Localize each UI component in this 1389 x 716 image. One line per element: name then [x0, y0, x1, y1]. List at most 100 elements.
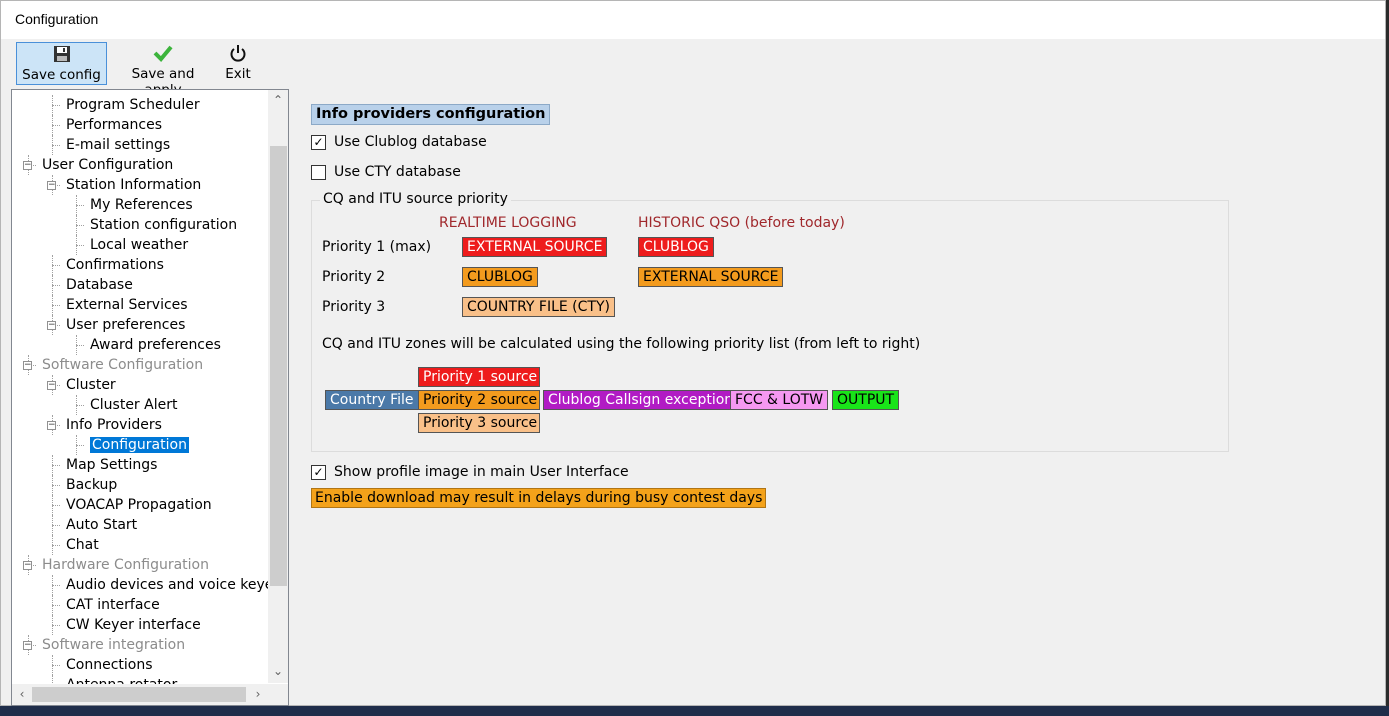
tree-connector	[52, 505, 60, 506]
tree-vertical-scrollbar[interactable]: ⌃ ⌄	[268, 90, 288, 683]
checkbox-box[interactable]	[311, 165, 326, 180]
collapse-toggle-icon[interactable]: −	[47, 321, 56, 330]
tree-item[interactable]: Info Providers	[66, 415, 162, 435]
tree-item[interactable]: External Services	[66, 295, 188, 315]
tree-vertical-scroll-thumb[interactable]	[270, 146, 287, 586]
tree-connector	[52, 615, 53, 635]
collapse-toggle-icon[interactable]: −	[47, 181, 56, 190]
tree-item[interactable]: Program Scheduler	[66, 95, 200, 115]
priority-3-realtime-tag[interactable]: COUNTRY FILE (CTY)	[462, 297, 615, 317]
tree-item[interactable]: User preferences	[66, 315, 185, 335]
flow-priority-1-source: Priority 1 source	[418, 367, 540, 387]
tree-item-label: External Services	[66, 297, 188, 313]
tree-item[interactable]: Performances	[66, 115, 162, 135]
tree-connector	[52, 255, 53, 275]
collapse-toggle-icon[interactable]: −	[23, 641, 32, 650]
flow-priority-2-source: Priority 2 source	[418, 390, 540, 410]
tree-item-label: Info Providers	[66, 417, 162, 433]
save-and-apply-button[interactable]: Save and apply	[111, 42, 215, 98]
priority-1-realtime-tag[interactable]: EXTERNAL SOURCE	[462, 237, 608, 257]
tree-connector	[52, 605, 60, 606]
tree-connector	[52, 285, 60, 286]
tree-connector	[52, 465, 60, 466]
tree-item[interactable]: CAT interface	[66, 595, 160, 615]
tree-item-label: CW Keyer interface	[66, 617, 201, 633]
tree-connector	[52, 525, 60, 526]
tree-connector	[52, 535, 53, 555]
scroll-down-arrow-icon[interactable]: ⌄	[271, 664, 285, 678]
tree-item-label: VOACAP Propagation	[66, 497, 212, 513]
tree-item-label: Connections	[66, 657, 153, 673]
tree-item[interactable]: Hardware Configuration	[42, 555, 209, 575]
tree-item[interactable]: Local weather	[90, 235, 188, 255]
priority-2-historic-tag[interactable]: EXTERNAL SOURCE	[638, 267, 784, 287]
tree-connector	[52, 295, 53, 315]
tree-horizontal-scroll-thumb[interactable]	[32, 687, 246, 702]
checkbox-box[interactable]: ✓	[311, 465, 326, 480]
flow-fcc-lotw: FCC & LOTW	[730, 390, 829, 410]
floppy-disk-icon	[17, 45, 106, 67]
tree-connector	[76, 345, 84, 346]
scroll-left-arrow-icon[interactable]: ‹	[15, 687, 29, 701]
collapse-toggle-icon[interactable]: −	[47, 421, 56, 430]
tree-item[interactable]: My References	[90, 195, 193, 215]
tree-item-label: Auto Start	[66, 517, 138, 533]
exit-button[interactable]: Exit	[221, 42, 255, 85]
tree-connector	[52, 485, 60, 486]
realtime-column-header: REALTIME LOGGING	[439, 215, 577, 231]
tree-item[interactable]: Award preferences	[90, 335, 221, 355]
tree-item[interactable]: E-mail settings	[66, 135, 170, 155]
collapse-toggle-icon[interactable]: −	[23, 161, 32, 170]
scroll-up-arrow-icon[interactable]: ⌃	[271, 93, 285, 107]
green-check-icon	[111, 44, 215, 66]
tree-item[interactable]: User Configuration	[42, 155, 173, 175]
tree-item[interactable]: Connections	[66, 655, 153, 675]
tree-item[interactable]: CW Keyer interface	[66, 615, 201, 635]
tree-connector	[76, 395, 77, 415]
tree-connector	[52, 275, 53, 295]
tree-item[interactable]: Software integration	[42, 635, 185, 655]
tree-horizontal-scrollbar[interactable]: ‹ ›	[12, 684, 268, 705]
tree-item-label: User Configuration	[42, 157, 174, 173]
use-clublog-label: Use Clublog database	[334, 134, 487, 150]
tree-item[interactable]: Software Configuration	[42, 355, 203, 375]
tree-item[interactable]: Database	[66, 275, 133, 295]
priority-1-historic-tag[interactable]: CLUBLOG	[638, 237, 714, 257]
tree-connector	[52, 95, 53, 115]
settings-tree[interactable]: Program Scheduler Performances E-mail sett…	[11, 89, 289, 706]
tree-item[interactable]: VOACAP Propagation	[66, 495, 212, 515]
tree-item-label: CAT interface	[66, 597, 160, 613]
panel-heading: Info providers configuration	[311, 104, 551, 125]
tree-item[interactable]: Audio devices and voice keye	[66, 575, 273, 595]
tree-item[interactable]: Map Settings	[66, 455, 157, 475]
priority-2-realtime-tag[interactable]: CLUBLOG	[462, 267, 538, 287]
flow-clublog-exception: Clublog Callsign exception	[543, 390, 739, 410]
tree-item-label: Audio devices and voice keye	[66, 577, 274, 593]
flow-description: CQ and ITU zones will be calculated usin…	[322, 336, 921, 352]
tree-item[interactable]: Confirmations	[66, 255, 164, 275]
tree-item[interactable]: Cluster Alert	[90, 395, 177, 415]
save-config-button[interactable]: Save config	[16, 42, 107, 85]
tree-connector	[52, 455, 53, 475]
checkbox-box[interactable]: ✓	[311, 135, 326, 150]
tree-connector	[76, 195, 77, 215]
tree-item[interactable]: Cluster	[66, 375, 116, 395]
collapse-toggle-icon[interactable]: −	[47, 381, 56, 390]
tree-item-label: Cluster Alert	[90, 397, 178, 413]
scroll-right-arrow-icon[interactable]: ›	[251, 687, 265, 701]
tree-item-label: Software Configuration	[42, 357, 204, 373]
tree-connector	[76, 215, 77, 235]
tree-item[interactable]: Station Information	[66, 175, 201, 195]
tree-item[interactable]: Configuration	[90, 435, 189, 455]
tree-connector	[76, 405, 84, 406]
tree-item[interactable]: Auto Start	[66, 515, 137, 535]
tree-connector	[76, 225, 84, 226]
tree-connector	[52, 105, 60, 106]
collapse-toggle-icon[interactable]: −	[23, 361, 32, 370]
tree-item[interactable]: Station configuration	[90, 215, 237, 235]
info-providers-panel: Info providers configuration ✓ Use Clubl…	[301, 89, 1385, 706]
historic-column-header: HISTORIC QSO (before today)	[638, 215, 845, 231]
collapse-toggle-icon[interactable]: −	[23, 561, 32, 570]
tree-item[interactable]: Chat	[66, 535, 99, 555]
tree-item[interactable]: Backup	[66, 475, 117, 495]
